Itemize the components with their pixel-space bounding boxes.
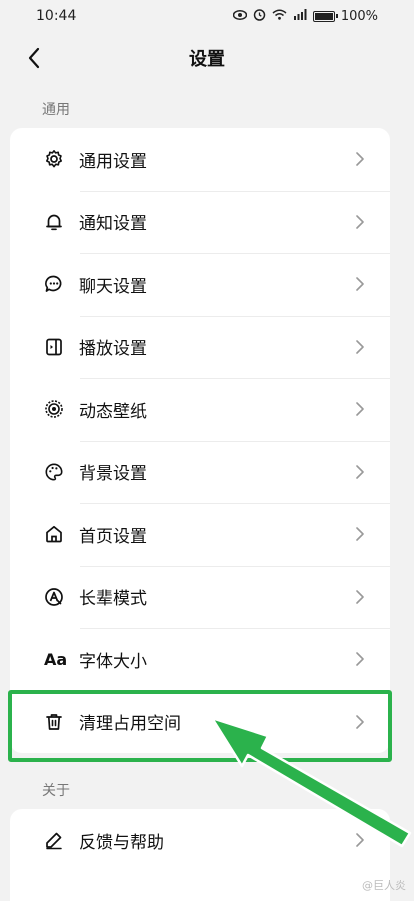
general-settings-card: 通用设置 通知设置 聊天设置 播放设置 动态壁纸 背景设置 首页设置 长辈模式 … bbox=[10, 128, 390, 753]
font-size-icon: Aa bbox=[44, 649, 68, 669]
chevron-right-icon bbox=[356, 402, 364, 417]
gear-icon bbox=[44, 149, 64, 169]
settings-item-label: 通知设置 bbox=[79, 214, 147, 235]
section-label-general: 通用 bbox=[42, 102, 70, 118]
settings-item-feedback[interactable]: 反馈与帮助 bbox=[10, 809, 390, 872]
status-bar: 10:44 100% bbox=[0, 0, 414, 32]
chevron-right-icon bbox=[356, 277, 364, 292]
settings-item-elder-mode[interactable]: 长辈模式 bbox=[10, 565, 390, 629]
chevron-right-icon bbox=[356, 714, 364, 729]
chevron-right-icon bbox=[356, 527, 364, 542]
battery-level: 100% bbox=[340, 8, 378, 24]
bell-icon bbox=[44, 212, 64, 232]
settings-item-label: 动态壁纸 bbox=[79, 401, 147, 422]
settings-item-clear-storage[interactable]: 清理占用空间 bbox=[10, 690, 390, 754]
page-title: 设置 bbox=[189, 49, 225, 70]
chevron-left-icon bbox=[28, 47, 40, 69]
chevron-right-icon bbox=[356, 214, 364, 229]
chevron-right-icon bbox=[356, 589, 364, 604]
chevron-right-icon bbox=[356, 152, 364, 167]
trash-icon bbox=[44, 712, 64, 732]
header: 设置 bbox=[0, 36, 414, 80]
pencil-icon bbox=[44, 830, 64, 850]
watermark: @巨人炎 bbox=[362, 879, 406, 892]
back-button[interactable] bbox=[20, 44, 48, 72]
alarm-icon bbox=[253, 8, 266, 25]
settings-item-label: 长辈模式 bbox=[79, 589, 147, 610]
section-label-about: 关于 bbox=[42, 783, 70, 799]
status-time: 10:44 bbox=[36, 8, 77, 24]
settings-item-label: 字体大小 bbox=[79, 651, 147, 672]
eye-icon bbox=[232, 9, 248, 24]
settings-item-label: 聊天设置 bbox=[79, 276, 147, 297]
chevron-right-icon bbox=[356, 339, 364, 354]
elder-mode-icon bbox=[44, 587, 64, 607]
live-wallpaper-icon bbox=[44, 399, 64, 419]
palette-icon bbox=[44, 462, 64, 482]
wifi-icon bbox=[272, 9, 287, 24]
status-icons: 100% bbox=[232, 8, 378, 25]
chat-icon bbox=[44, 274, 64, 294]
settings-item-label: 播放设置 bbox=[79, 339, 147, 360]
settings-item-notifications[interactable]: 通知设置 bbox=[10, 190, 390, 254]
settings-item-label: 首页设置 bbox=[79, 526, 147, 547]
settings-item-label: 清理占用空间 bbox=[79, 714, 181, 735]
battery-icon bbox=[312, 10, 338, 22]
settings-item-font-size[interactable]: Aa 字体大小 bbox=[10, 628, 390, 691]
settings-item-playback[interactable]: 播放设置 bbox=[10, 315, 390, 379]
home-icon bbox=[44, 524, 64, 544]
settings-item-homepage[interactable]: 首页设置 bbox=[10, 503, 390, 566]
settings-item-label: 反馈与帮助 bbox=[79, 832, 164, 853]
play-icon bbox=[44, 337, 64, 357]
settings-item-label: 背景设置 bbox=[79, 464, 147, 485]
chevron-right-icon bbox=[356, 833, 364, 848]
settings-item-chat[interactable]: 聊天设置 bbox=[10, 253, 390, 316]
signal-icon bbox=[293, 8, 307, 24]
settings-item-live-wallpaper[interactable]: 动态壁纸 bbox=[10, 378, 390, 441]
settings-item-background[interactable]: 背景设置 bbox=[10, 440, 390, 504]
settings-item-label: 通用设置 bbox=[79, 151, 147, 172]
about-settings-card: 反馈与帮助 bbox=[10, 809, 390, 901]
chevron-right-icon bbox=[356, 464, 364, 479]
chevron-right-icon bbox=[356, 652, 364, 667]
settings-item-general[interactable]: 通用设置 bbox=[10, 128, 390, 191]
